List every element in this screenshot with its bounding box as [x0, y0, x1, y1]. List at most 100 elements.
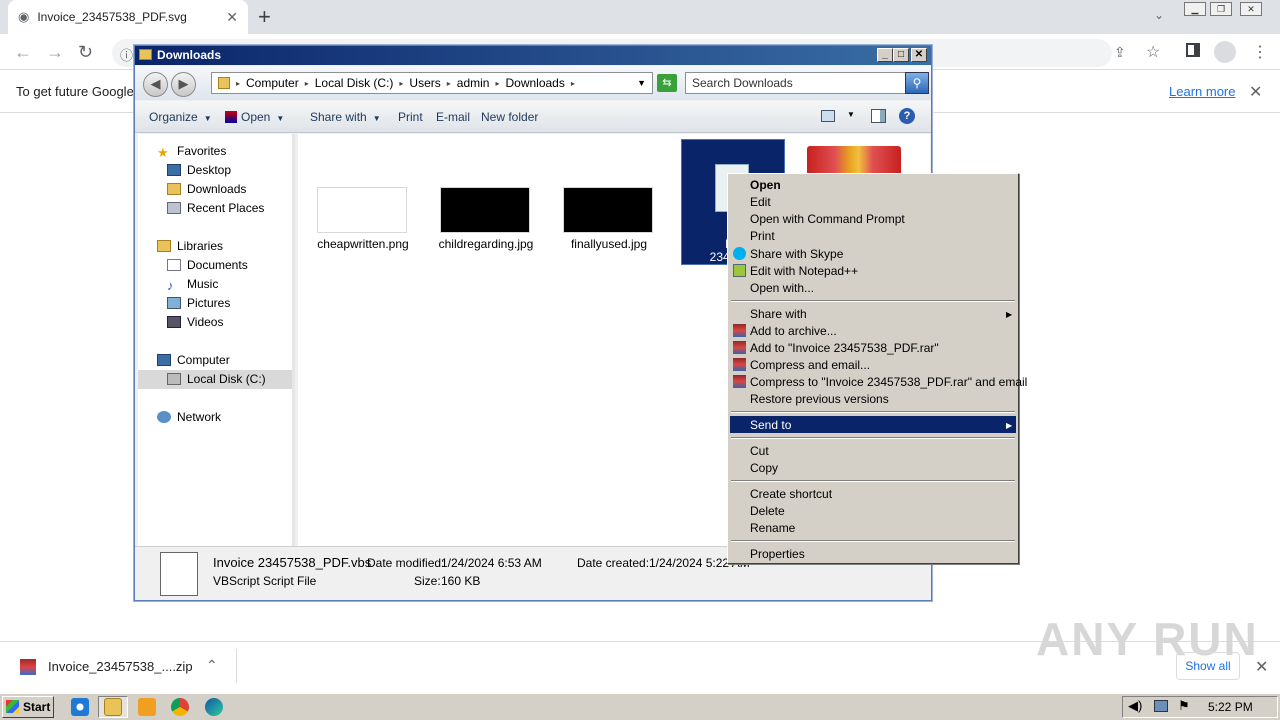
new-tab-button[interactable]: + — [258, 4, 271, 30]
help-icon[interactable]: ? — [899, 108, 915, 124]
menu-icon[interactable]: ⋮ — [1252, 42, 1268, 62]
explorer-address-bar[interactable]: ▸ Computer ▸ Local Disk (C:) ▸ Users ▸ a… — [211, 72, 653, 94]
view-options-icon[interactable] — [821, 110, 835, 122]
share-with-button[interactable]: Share with ▼ — [310, 110, 381, 124]
explorer-back-button[interactable]: ◀ — [143, 72, 168, 97]
info-bar-close-icon[interactable]: ✕ — [1249, 82, 1262, 102]
file-name[interactable]: finallyused.jpg — [549, 237, 669, 251]
close-window-button[interactable]: ✕ — [1240, 2, 1262, 16]
file-thumbnail[interactable] — [317, 187, 407, 233]
flag-icon[interactable]: ⚑ — [1178, 698, 1190, 714]
tab-close-icon[interactable]: ✕ — [226, 9, 238, 26]
menu-compress-email[interactable]: Compress and email... — [750, 358, 870, 372]
menu-share-with[interactable]: Share with — [750, 307, 807, 321]
menu-open[interactable]: Open — [750, 178, 781, 192]
breadcrumb-downloads[interactable]: Downloads — [505, 76, 564, 90]
side-panel-icon[interactable] — [1186, 43, 1200, 57]
nav-videos[interactable]: Videos — [167, 313, 223, 331]
refresh-icon[interactable]: ⇆ — [657, 74, 677, 92]
nav-local-disk[interactable]: Local Disk (C:) — [167, 370, 266, 388]
computer-icon — [157, 354, 171, 366]
explorer-close-button[interactable]: ✕ — [911, 48, 927, 62]
menu-add-rar[interactable]: Add to "Invoice 23457538_PDF.rar" — [750, 341, 939, 355]
info-icon[interactable]: ⓘ — [120, 45, 133, 64]
nav-pictures[interactable]: Pictures — [167, 294, 230, 312]
ie-icon[interactable] — [71, 698, 89, 716]
menu-print[interactable]: Print — [750, 229, 775, 243]
restore-button[interactable]: ❐ — [1210, 2, 1232, 16]
nav-network[interactable]: Network — [157, 408, 221, 426]
browser-tab[interactable]: ◉ Invoice_23457538_PDF.svg ✕ — [8, 0, 248, 34]
downloads-close-icon[interactable]: ✕ — [1255, 657, 1268, 677]
open-button[interactable]: Open ▼ — [225, 110, 284, 124]
breadcrumb-admin[interactable]: admin — [457, 76, 490, 90]
network-tray-icon[interactable] — [1154, 700, 1168, 712]
tab-search-icon[interactable]: ⌄ — [1154, 8, 1164, 22]
menu-open-with[interactable]: Open with... — [750, 281, 814, 295]
menu-create-shortcut[interactable]: Create shortcut — [750, 487, 832, 501]
menu-compress-rar-email[interactable]: Compress to "Invoice 23457538_PDF.rar" a… — [750, 375, 1027, 389]
menu-share-skype[interactable]: Share with Skype — [750, 247, 843, 261]
nav-libraries[interactable]: Libraries — [157, 237, 223, 255]
organize-button[interactable]: Organize ▼ — [149, 110, 212, 124]
chrome-icon[interactable] — [171, 698, 189, 716]
address-dropdown-icon[interactable]: ▼ — [637, 78, 646, 88]
zip-file-icon — [20, 659, 36, 675]
view-dropdown-icon[interactable]: ▼ — [847, 110, 855, 119]
drive-icon — [167, 373, 181, 385]
volume-icon[interactable]: ◀) — [1128, 698, 1142, 714]
menu-add-archive[interactable]: Add to archive... — [750, 324, 837, 338]
menu-cut[interactable]: Cut — [750, 444, 769, 458]
reload-icon[interactable]: ↻ — [78, 42, 93, 63]
forward-icon[interactable]: → — [46, 42, 64, 63]
menu-open-cmd[interactable]: Open with Command Prompt — [750, 212, 905, 226]
learn-more-link[interactable]: Learn more — [1169, 84, 1235, 99]
music-icon: ♪ — [167, 278, 174, 293]
back-icon[interactable]: ← — [14, 42, 32, 63]
nav-downloads[interactable]: Downloads — [167, 180, 246, 198]
nav-documents[interactable]: Documents — [167, 256, 248, 274]
downloads-folder-icon — [167, 183, 181, 195]
menu-separator — [731, 437, 1015, 439]
share-icon[interactable]: ⇪ — [1114, 44, 1126, 61]
edge-icon[interactable] — [205, 698, 223, 716]
minimize-button[interactable]: ▁ — [1184, 2, 1206, 16]
explorer-forward-button[interactable]: ▶ — [171, 72, 196, 97]
file-name[interactable]: childregarding.jpg — [426, 237, 546, 251]
breadcrumb-computer[interactable]: Computer — [246, 76, 299, 90]
menu-edit-notepad[interactable]: Edit with Notepad++ — [750, 264, 858, 278]
search-input[interactable]: Search Downloads — [685, 72, 907, 94]
details-file-type: VBScript Script File — [213, 574, 317, 588]
chevron-up-icon[interactable]: ⌃ — [206, 657, 218, 674]
file-thumbnail[interactable] — [440, 187, 530, 233]
profile-avatar[interactable] — [1214, 41, 1236, 63]
new-folder-button[interactable]: New folder — [481, 110, 538, 124]
breadcrumb-local-disk[interactable]: Local Disk (C:) — [315, 76, 394, 90]
menu-properties[interactable]: Properties — [750, 547, 805, 561]
menu-copy[interactable]: Copy — [750, 461, 778, 475]
explorer-maximize-button[interactable]: □ — [893, 48, 909, 62]
download-item[interactable]: Invoice_23457538_....zip — [48, 659, 193, 674]
menu-rename[interactable]: Rename — [750, 521, 795, 535]
menu-delete[interactable]: Delete — [750, 504, 785, 518]
print-button[interactable]: Print — [398, 110, 423, 124]
nav-computer[interactable]: Computer — [157, 351, 230, 369]
menu-restore-versions[interactable]: Restore previous versions — [750, 392, 889, 406]
nav-recent-places[interactable]: Recent Places — [167, 199, 264, 217]
date-modified-value: 1/24/2024 6:53 AM — [441, 556, 542, 570]
preview-pane-icon[interactable] — [871, 109, 886, 123]
nav-favorites[interactable]: ★ Favorites — [157, 142, 226, 160]
media-player-icon[interactable] — [138, 698, 156, 716]
menu-send-to[interactable]: Send to — [750, 418, 791, 432]
file-thumbnail[interactable] — [563, 187, 653, 233]
breadcrumb-users[interactable]: Users — [409, 76, 440, 90]
show-all-button[interactable]: Show all — [1176, 652, 1240, 680]
explorer-minimize-button[interactable]: _ — [877, 48, 893, 62]
menu-edit[interactable]: Edit — [750, 195, 771, 209]
file-name[interactable]: cheapwritten.png — [303, 237, 423, 251]
bookmark-star-icon[interactable]: ☆ — [1146, 42, 1160, 62]
nav-desktop[interactable]: Desktop — [167, 161, 231, 179]
email-button[interactable]: E-mail — [436, 110, 470, 124]
nav-music[interactable]: ♪ Music — [167, 275, 218, 293]
search-icon[interactable]: ⚲ — [905, 72, 929, 94]
